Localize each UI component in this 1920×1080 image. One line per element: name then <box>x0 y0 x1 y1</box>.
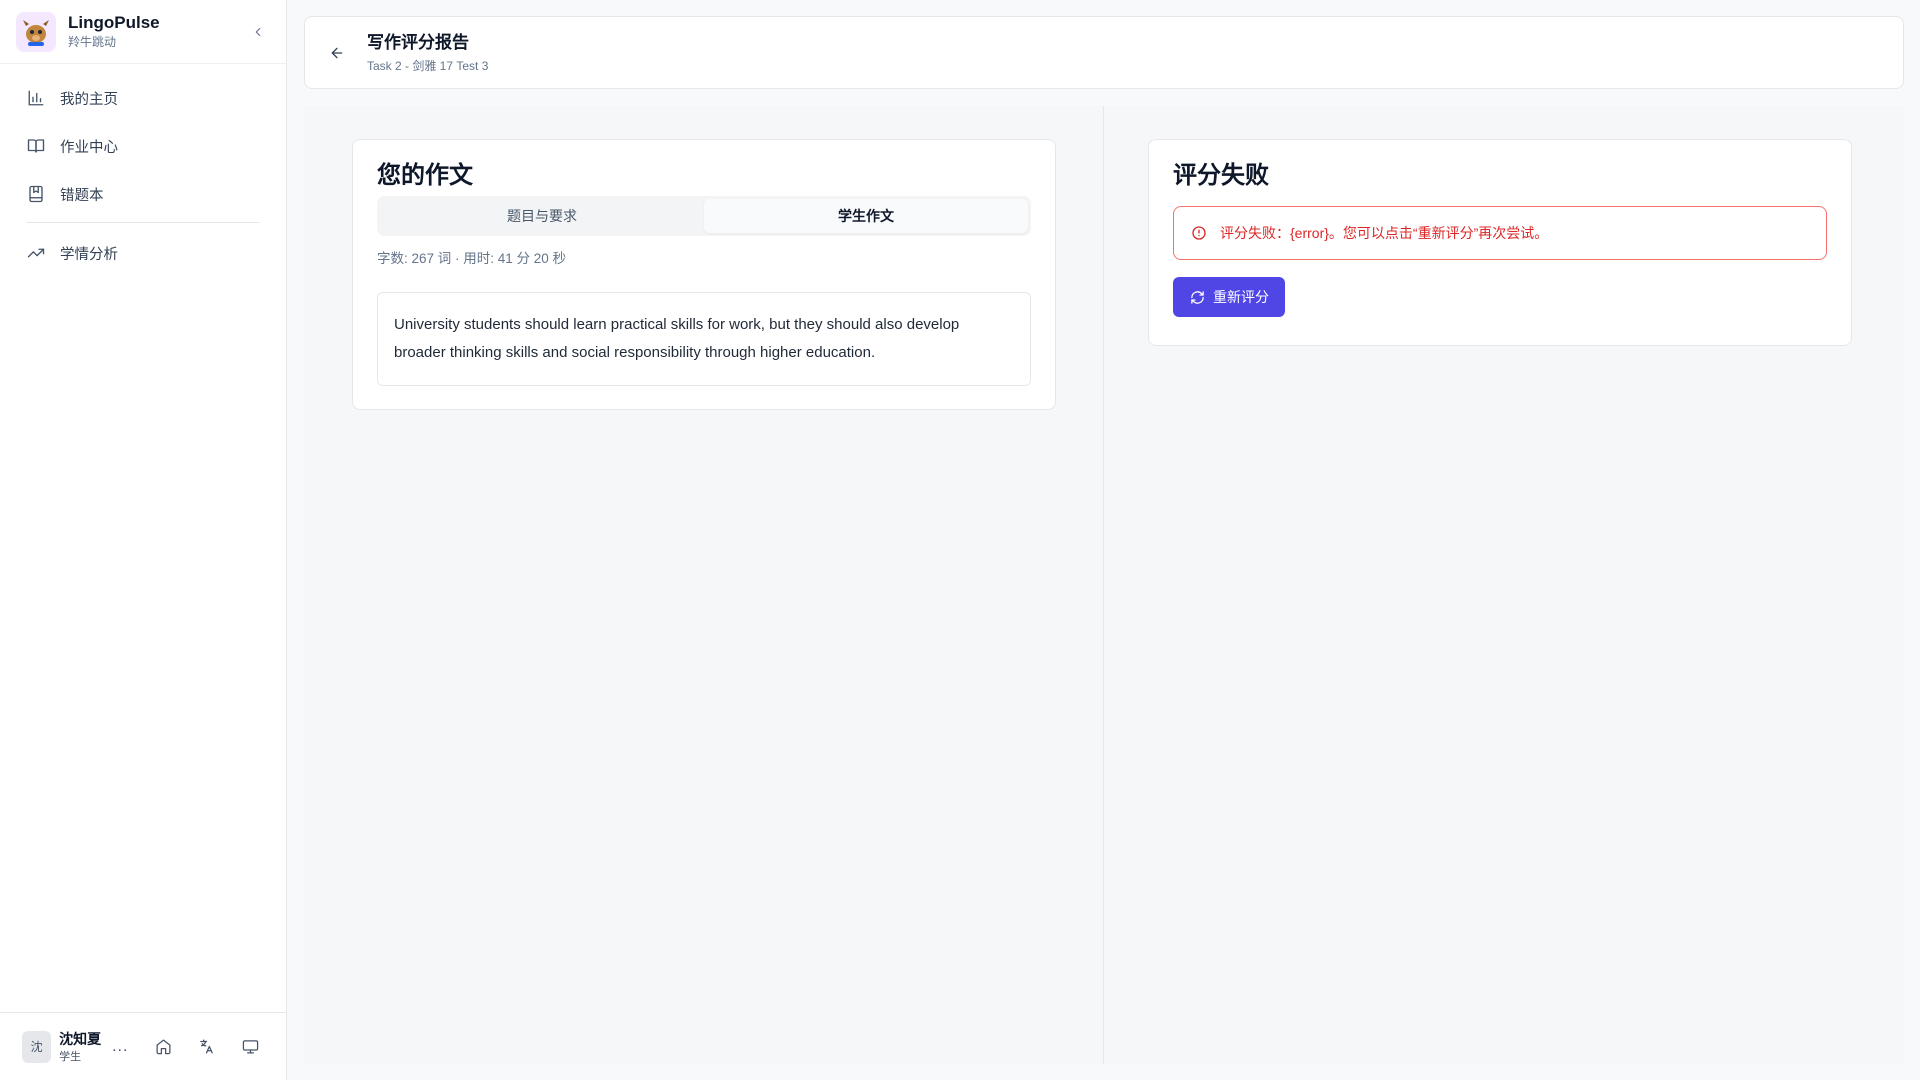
user-role: 学生 <box>59 1050 82 1063</box>
page-title: 写作评分报告 <box>367 32 469 52</box>
refresh-icon <box>1189 289 1205 305</box>
sidebar-item-label: 作业中心 <box>60 139 118 156</box>
home-button[interactable] <box>150 1032 177 1062</box>
book-open-icon <box>26 136 46 156</box>
nav-divider <box>26 222 260 223</box>
sidebar-item-analytics[interactable]: 学情分析 <box>12 233 274 273</box>
app-logo <box>16 11 56 52</box>
app-name: LingoPulse <box>68 13 160 32</box>
sidebar-nav: 我的主页 作业中心 错题本 学情分析 <box>0 64 286 295</box>
essay-card-title: 您的作文 <box>377 162 473 189</box>
essay-text: University students should learn practic… <box>377 292 1031 386</box>
notebook-icon <box>26 184 46 204</box>
sidebar-item-mistakes[interactable]: 错题本 <box>12 174 274 214</box>
retry-button-label: 重新评分 <box>1213 289 1269 305</box>
tab-prompt[interactable]: 题目与要求 <box>380 199 704 233</box>
result-card: 评分失败 评分失败：{error}。您可以点击“重新评分”再次尝试。 重新评分 <box>1148 139 1852 346</box>
essay-tabs: 题目与要求 学生作文 <box>377 196 1031 236</box>
user-name: 沈知夏 <box>59 1030 102 1047</box>
essay-meta: 字数: 267 词 · 用时: 41 分 20 秒 <box>377 251 567 266</box>
result-card-title: 评分失败 <box>1173 162 1269 189</box>
chevron-left-icon <box>255 27 261 36</box>
sidebar-item-home[interactable]: 我的主页 <box>12 78 274 118</box>
error-message: 评分失败：{error}。您可以点击“重新评分”再次尝试。 <box>1220 225 1549 241</box>
page-header: 写作评分报告 Task 2 - 剑雅 17 Test 3 <box>304 16 1904 89</box>
sidebar-item-label: 错题本 <box>60 187 104 204</box>
sidebar: LingoPulse 羚牛跳动 我的主页 作业中心 错题本 学情分析 沈 沈知夏… <box>0 0 287 1080</box>
arrow-left-icon <box>331 47 343 58</box>
avatar[interactable]: 沈 <box>22 1030 52 1063</box>
sidebar-item-assignments[interactable]: 作业中心 <box>12 126 274 166</box>
alert-circle-icon <box>1190 224 1208 242</box>
panel-divider <box>1103 106 1104 1064</box>
page-subtitle: Task 2 - 剑雅 17 Test 3 <box>367 58 489 73</box>
main-content: 您的作文 题目与要求 学生作文 字数: 267 词 · 用时: 41 分 20 … <box>304 106 1904 1064</box>
translate-icon <box>200 1039 214 1054</box>
back-button[interactable] <box>325 41 349 65</box>
tab-student-essay[interactable]: 学生作文 <box>704 199 1028 233</box>
trending-up-icon <box>26 243 46 263</box>
collapse-sidebar-button[interactable] <box>246 20 270 44</box>
app-subtitle: 羚牛跳动 <box>68 35 117 49</box>
brand-header: LingoPulse 羚牛跳动 <box>0 0 286 64</box>
display-button[interactable] <box>237 1032 264 1062</box>
monitor-icon <box>242 1040 259 1054</box>
sidebar-item-label: 我的主页 <box>60 91 118 108</box>
bar-chart-icon <box>26 88 46 108</box>
more-dots-icon: ... <box>112 1037 129 1055</box>
language-button[interactable] <box>193 1032 220 1062</box>
sidebar-footer: 沈 沈知夏 学生 ... <box>0 1012 286 1080</box>
more-options-button[interactable]: ... <box>107 1032 134 1062</box>
sidebar-item-label: 学情分析 <box>60 246 118 263</box>
home-icon <box>156 1039 171 1055</box>
error-alert: 评分失败：{error}。您可以点击“重新评分”再次尝试。 <box>1173 206 1827 260</box>
essay-card: 您的作文 题目与要求 学生作文 字数: 267 词 · 用时: 41 分 20 … <box>352 139 1056 410</box>
retry-grading-button[interactable]: 重新评分 <box>1173 277 1285 317</box>
user-info: 沈知夏 学生 <box>59 1030 106 1064</box>
